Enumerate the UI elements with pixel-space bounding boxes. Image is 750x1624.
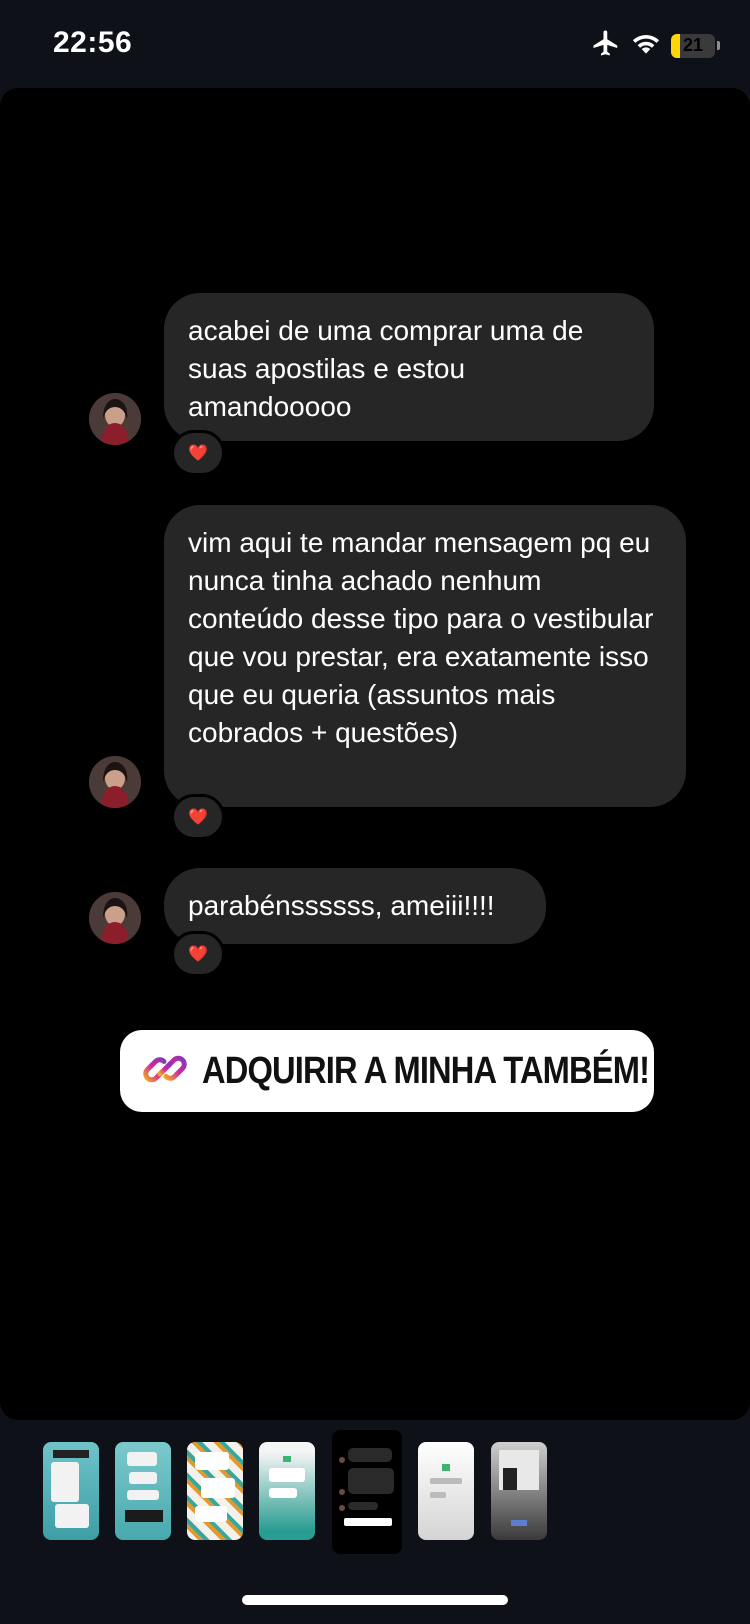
link-sticker[interactable]: ADQUIRIR A MINHA TAMBÉM! <box>120 1030 654 1112</box>
story-thumbnail[interactable] <box>491 1442 547 1540</box>
message-bubble: parabénssssss, ameiii!!!! <box>164 868 546 944</box>
story-thumbnail-strip <box>0 1430 750 1560</box>
heart-reaction: ❤️ <box>171 430 225 476</box>
link-sticker-label: ADQUIRIR A MINHA TAMBÉM! <box>202 1049 650 1092</box>
story-thumbnail[interactable] <box>187 1442 243 1540</box>
status-time: 22:56 <box>53 26 133 59</box>
avatar <box>89 393 141 445</box>
story-thumbnail[interactable] <box>43 1442 99 1540</box>
chat-screenshot: acabei de uma comprar uma de suas aposti… <box>70 278 698 998</box>
avatar <box>89 756 141 808</box>
battery-icon: 21 <box>671 33 715 58</box>
avatar <box>89 892 141 944</box>
message-bubble: vim aqui te mandar mensagem pq eu nunca … <box>164 505 686 807</box>
story-thumbnail[interactable] <box>115 1442 171 1540</box>
airplane-icon <box>591 28 621 63</box>
battery-fill <box>671 33 681 58</box>
wifi-icon <box>631 31 661 60</box>
heart-reaction: ❤️ <box>171 931 225 977</box>
story-thumbnail-selected[interactable] <box>332 1430 402 1554</box>
battery-cap <box>717 41 720 50</box>
message-bubble: acabei de uma comprar uma de suas aposti… <box>164 293 654 441</box>
home-indicator[interactable] <box>242 1595 508 1605</box>
status-icons: 21 <box>591 28 720 63</box>
story-thumbnail[interactable] <box>259 1442 315 1540</box>
story-thumbnail[interactable] <box>418 1442 474 1540</box>
battery-level: 21 <box>682 35 704 55</box>
link-icon <box>142 1046 188 1097</box>
status-bar: 22:56 21 <box>0 0 750 90</box>
heart-reaction: ❤️ <box>171 794 225 840</box>
